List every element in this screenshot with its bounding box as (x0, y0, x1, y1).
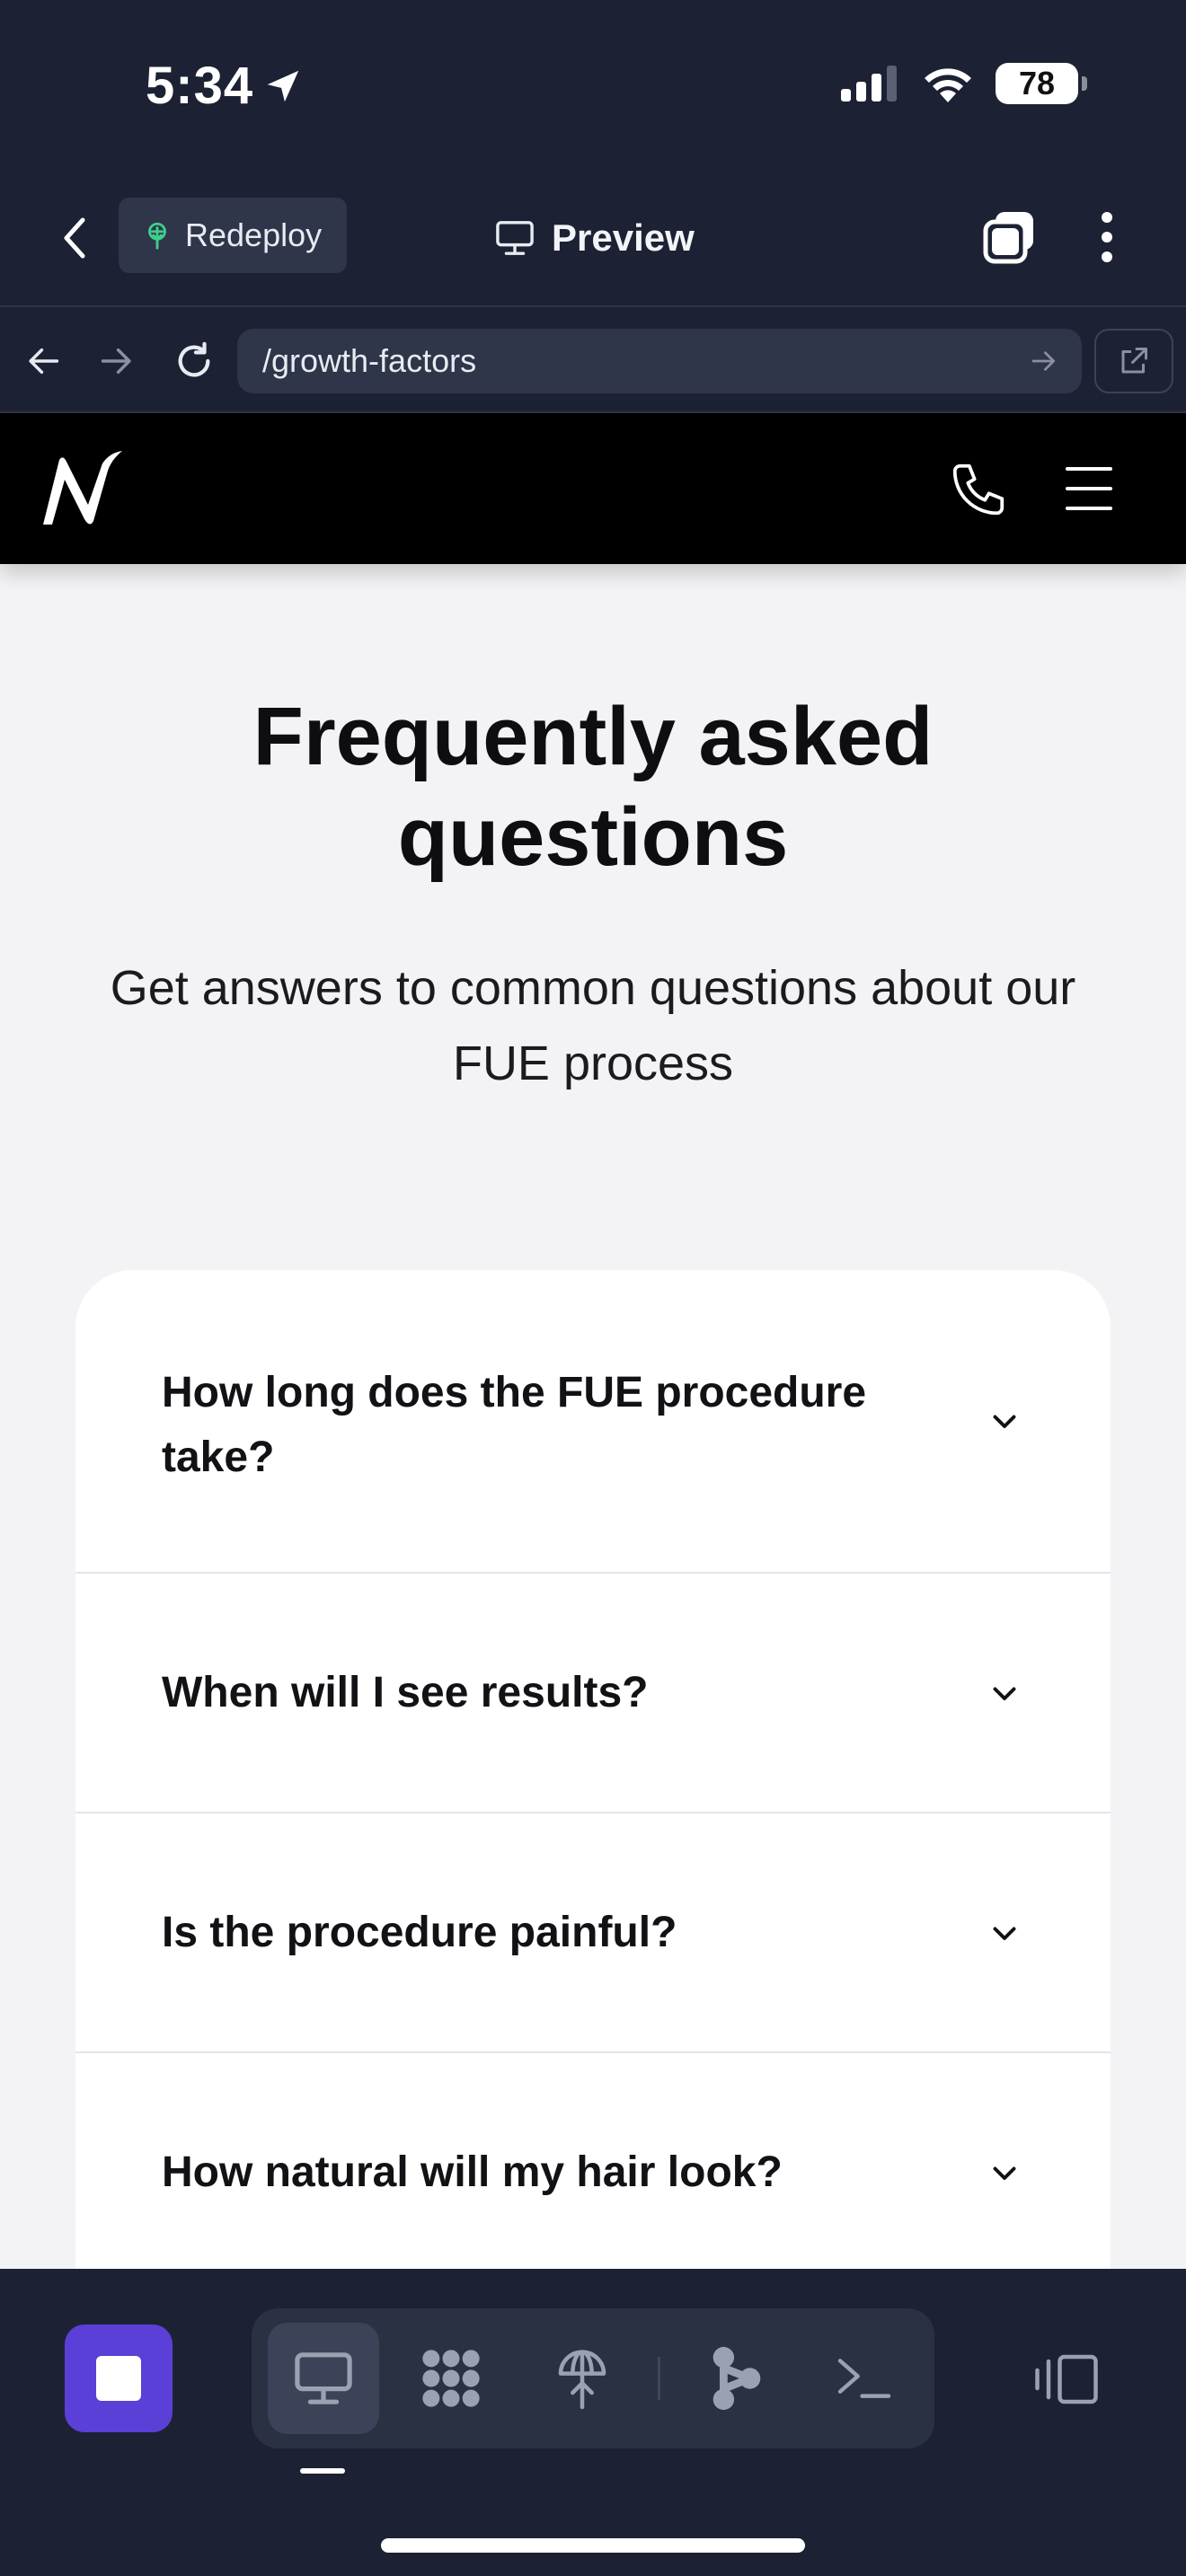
back-button[interactable] (52, 207, 97, 269)
back-chevron-icon (64, 217, 85, 259)
menu-line (1066, 487, 1112, 490)
panel-toggle-button[interactable] (1031, 2344, 1102, 2414)
location-arrow-icon (267, 70, 299, 101)
forward-arrow-icon (101, 348, 131, 375)
more-vertical-icon (1102, 212, 1112, 223)
nav-back-button[interactable] (16, 334, 70, 388)
url-input[interactable]: /growth-factors (237, 329, 1082, 393)
status-bar: 5:34 78 (0, 0, 1186, 171)
app-toolbar: Redeploy Preview (0, 171, 1186, 305)
chevron-down-icon[interactable] (988, 1677, 1021, 1709)
faq-list: How long does the FUE procedure take? Wh… (75, 1270, 1111, 2269)
tabs-icon (983, 212, 1033, 264)
share-nodes-icon (712, 2346, 761, 2411)
menu-icon[interactable] (1066, 462, 1112, 516)
preview-title: Preview (494, 207, 695, 269)
more-options-button[interactable] (1087, 208, 1127, 266)
wifi-icon (925, 68, 971, 102)
terminal-icon (837, 2359, 891, 2398)
status-time-text: 5:34 (146, 57, 254, 115)
tabs-button[interactable] (981, 208, 1039, 266)
nav-forward-button[interactable] (90, 334, 144, 388)
external-link-icon (1121, 348, 1147, 374)
signal-icon (841, 66, 897, 101)
panel-toggle-icon (1035, 2354, 1098, 2404)
chevron-down-icon[interactable] (988, 1405, 1021, 1437)
faq-question: Is the procedure painful? (162, 1908, 677, 1956)
active-tool-indicator (300, 2468, 345, 2474)
monitor-icon (295, 2352, 352, 2404)
site-header (0, 413, 1186, 564)
menu-line (1066, 507, 1112, 510)
redeploy-button[interactable]: Redeploy (119, 198, 347, 273)
preview-label: Preview (552, 216, 695, 259)
battery-level: 78 (1018, 65, 1056, 101)
faq-question: When will I see results? (162, 1668, 649, 1716)
tool-switcher (252, 2308, 934, 2448)
faq-item[interactable]: When will I see results? (75, 1574, 1111, 1813)
tool-divider (658, 2357, 660, 2400)
faq-item[interactable]: Is the procedure painful? (75, 1813, 1111, 2053)
more-dot (1102, 251, 1112, 262)
url-bar-row: /growth-factors (0, 305, 1186, 413)
back-arrow-icon (29, 348, 59, 375)
more-dot (1102, 232, 1112, 243)
status-indicators: 78 (841, 63, 1087, 104)
preview-tool-button[interactable] (268, 2323, 379, 2434)
status-time: 5:34 (146, 56, 304, 116)
faq-subtitle: Get answers to common questions about ou… (110, 961, 1076, 1090)
faq-question: How long does the FUE procedure take? (162, 1369, 867, 1481)
battery-icon: 78 (996, 63, 1087, 104)
url-text: /growth-factors (262, 342, 477, 379)
monitor-icon (496, 221, 534, 255)
globe-antenna-icon (558, 2350, 606, 2410)
open-external-button[interactable] (1094, 329, 1173, 393)
faq-item[interactable]: How long does the FUE procedure take? (75, 1270, 1111, 1574)
faq-heading: Frequently asked questions (252, 691, 934, 883)
home-indicator[interactable] (381, 2538, 805, 2553)
logo-icon[interactable] (40, 449, 129, 530)
page-content: Frequently asked questions Get answers t… (0, 564, 1186, 2269)
chevron-down-icon[interactable] (988, 2157, 1021, 2189)
reload-icon (178, 341, 210, 377)
menu-line (1066, 467, 1112, 471)
workspace-tool-button[interactable] (395, 2323, 507, 2434)
git-tool-button[interactable] (681, 2323, 792, 2434)
stop-icon (96, 2356, 141, 2401)
faq-question: How natural will my hair look? (162, 2148, 783, 2196)
redeploy-icon (148, 222, 166, 250)
chevron-down-icon[interactable] (988, 1917, 1021, 1949)
go-arrow-icon[interactable] (1030, 345, 1058, 377)
redeploy-label: Redeploy (185, 216, 323, 253)
deploy-tool-button[interactable] (527, 2323, 638, 2434)
shell-tool-button[interactable] (809, 2323, 920, 2434)
phone-icon[interactable] (947, 458, 1010, 521)
reload-button[interactable] (167, 334, 221, 388)
grid-icon (422, 2350, 480, 2407)
stop-button[interactable] (65, 2325, 173, 2432)
faq-item[interactable]: How natural will my hair look? (75, 2053, 1111, 2269)
bottom-dock (0, 2269, 1186, 2576)
